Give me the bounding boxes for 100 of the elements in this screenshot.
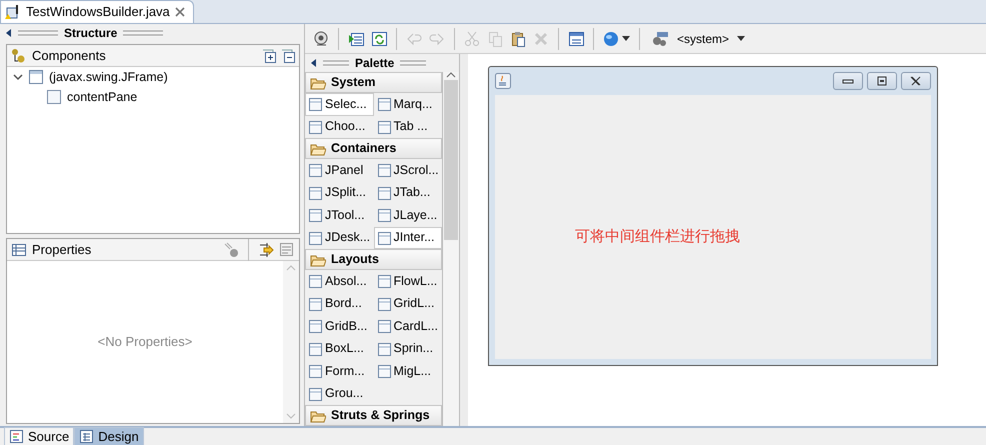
palette-category[interactable]: Containers <box>305 138 442 159</box>
scroll-thumb[interactable] <box>444 80 458 240</box>
component-icon <box>308 318 323 334</box>
grip-icon <box>400 60 426 66</box>
palette-category[interactable]: System <box>305 72 442 93</box>
panel-title: Structure <box>64 25 118 42</box>
palette-item[interactable]: MigL... <box>374 360 442 382</box>
palette-category[interactable]: Struts & Springs <box>305 405 442 426</box>
panel-title: Properties <box>32 240 92 259</box>
palette-item[interactable]: GridB... <box>305 315 374 338</box>
component-icon <box>308 96 323 112</box>
palette-item[interactable]: JSplit... <box>305 182 374 204</box>
component-icon <box>376 340 392 357</box>
palette-item[interactable]: Absol... <box>305 270 374 292</box>
palette-item[interactable]: Marq... <box>374 93 442 116</box>
scroll-up-icon[interactable] <box>446 72 456 78</box>
editor-mode-tab[interactable]: Design <box>74 427 144 445</box>
palette-item[interactable]: JTab... <box>374 182 442 204</box>
palette-item[interactable]: FlowL... <box>374 270 442 292</box>
maximize-button[interactable] <box>867 72 897 90</box>
component-icon <box>376 96 392 112</box>
tree-item[interactable]: (javax.swing.JFrame) <box>49 68 168 86</box>
grip-icon <box>123 30 164 36</box>
dropdown-icon[interactable] <box>622 36 630 41</box>
component-icon <box>308 118 323 135</box>
component-icon <box>376 162 392 178</box>
component-icon <box>308 184 323 201</box>
component-icon <box>308 207 323 224</box>
look-and-feel-dropdown[interactable]: <system> <box>649 28 748 50</box>
globe-icon[interactable] <box>603 30 619 46</box>
refresh-icon[interactable] <box>371 30 387 46</box>
editor-mode-tab[interactable]: Source <box>4 427 74 445</box>
table-icon <box>11 242 27 256</box>
layout-icon[interactable] <box>568 30 584 46</box>
properties-toggle-icon[interactable] <box>258 242 274 258</box>
empty-message: <No Properties> <box>96 333 194 352</box>
scrollbar[interactable] <box>443 72 459 426</box>
palette-item[interactable]: JScrol... <box>374 159 442 182</box>
component-icon <box>308 162 323 178</box>
palette-item[interactable]: CardL... <box>374 315 442 338</box>
filter-icon[interactable] <box>279 242 295 258</box>
panel-title: Palette <box>355 55 394 72</box>
design-icon <box>79 429 94 444</box>
tree-item[interactable]: contentPane <box>67 88 138 106</box>
grip-icon <box>18 30 58 36</box>
close-button[interactable] <box>901 72 931 90</box>
components-icon <box>11 48 27 64</box>
component-icon <box>308 386 323 402</box>
annotation-text: 可将中间组件栏进行拖拽 <box>575 226 740 247</box>
minimize-button[interactable] <box>833 72 863 90</box>
collapse-icon[interactable] <box>311 59 317 67</box>
grip-icon <box>323 60 349 66</box>
window-icon <box>28 69 44 85</box>
component-icon <box>308 363 323 380</box>
dropdown-label: <system> <box>677 30 730 48</box>
close-icon <box>910 76 922 86</box>
palette-item[interactable]: JInter... <box>374 226 442 249</box>
collapse-icon[interactable] <box>6 29 12 37</box>
component-icon <box>308 296 323 312</box>
palette-item[interactable]: GridL... <box>374 292 442 315</box>
component-icon <box>308 273 323 290</box>
palette-item[interactable]: Bord... <box>305 292 374 315</box>
paste-icon[interactable] <box>510 30 526 46</box>
dropdown-icon <box>737 36 746 41</box>
palette-item[interactable]: BoxL... <box>305 338 374 360</box>
run-icon[interactable] <box>348 30 364 46</box>
palette-item[interactable]: Tab ... <box>374 116 442 138</box>
palette-item[interactable]: Grou... <box>305 382 374 405</box>
expand-all-icon[interactable] <box>262 48 276 62</box>
palette-category[interactable]: Layouts <box>305 249 442 270</box>
palette-item[interactable]: JTool... <box>305 204 374 226</box>
component-icon <box>376 207 392 224</box>
panel-title: Components <box>32 46 107 65</box>
tab-title: TestWindowsBuilder.java <box>26 3 170 22</box>
close-icon[interactable] <box>174 7 185 17</box>
expanded-icon[interactable] <box>13 72 23 82</box>
java-file-icon <box>5 4 21 20</box>
test-icon[interactable] <box>313 30 329 46</box>
java-icon <box>495 73 511 89</box>
palette-item[interactable]: JLaye... <box>374 204 442 226</box>
collapse-all-icon[interactable] <box>281 48 295 62</box>
component-icon <box>376 184 392 201</box>
palette-item[interactable]: JDesk... <box>305 226 374 249</box>
component-icon <box>376 318 392 334</box>
component-icon <box>308 340 323 357</box>
component-icon <box>376 273 392 290</box>
palette-item[interactable]: Choo... <box>305 116 374 138</box>
palette-item[interactable]: Sprin... <box>374 338 442 360</box>
source-icon <box>9 429 24 444</box>
component-icon <box>376 230 392 246</box>
editor-tab[interactable]: TestWindowsBuilder.java <box>0 0 194 23</box>
palette-item[interactable]: JPanel <box>305 159 374 182</box>
component-icon <box>376 296 392 312</box>
palette-item[interactable]: Form... <box>305 360 374 382</box>
panel-icon <box>46 89 62 105</box>
component-icon <box>376 363 392 380</box>
component-icon <box>376 118 392 135</box>
component-icon <box>308 230 323 246</box>
palette-item[interactable]: Selec... <box>305 93 374 116</box>
maximize-icon <box>876 76 888 86</box>
